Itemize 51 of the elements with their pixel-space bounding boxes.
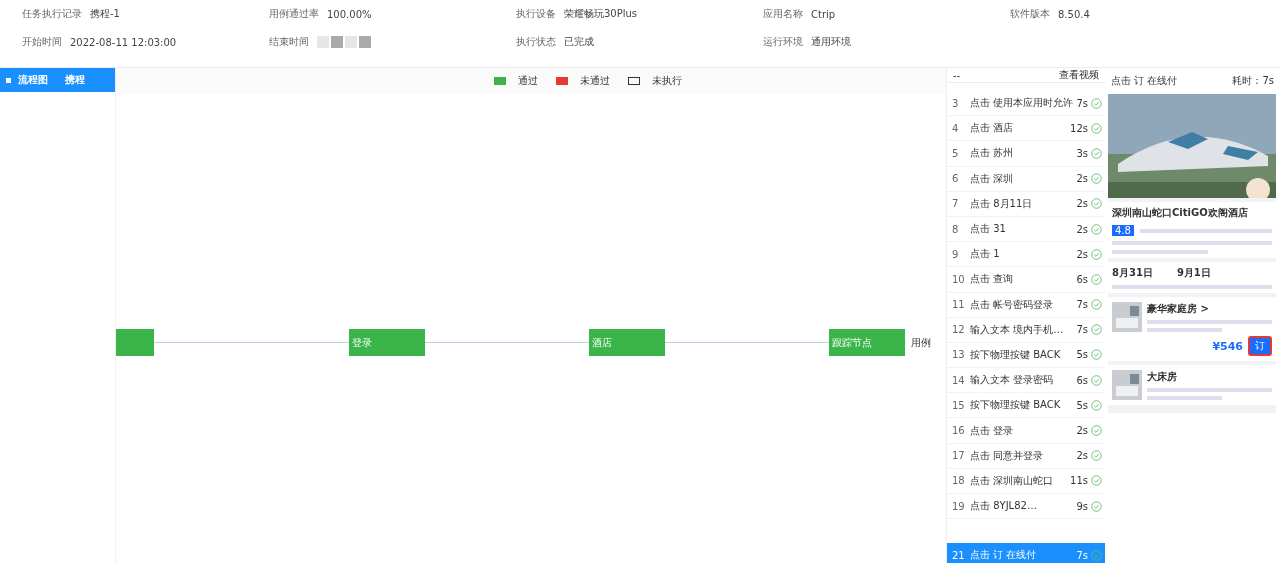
- info-value: 荣耀畅玩30Plus: [564, 7, 638, 21]
- book-button[interactable]: 订: [1248, 336, 1272, 356]
- step-row[interactable]: 3 点击 使用本应用时允许 7s: [947, 91, 1105, 117]
- info-label: 执行设备: [516, 7, 556, 21]
- step-row[interactable]: 7 点击 8月11日 2s: [947, 191, 1105, 217]
- checkin-date: 8月31日: [1112, 266, 1153, 280]
- room-name: 豪华家庭房 >: [1147, 302, 1210, 316]
- info-value: 100.00%: [327, 8, 372, 20]
- step-row[interactable]: 9 点击 1 2s: [947, 242, 1105, 268]
- info-value: 8.50.4: [1058, 8, 1090, 20]
- step-row[interactable]: 10 点击 查询 6s: [947, 267, 1105, 293]
- info-label: 结束时间: [269, 35, 309, 49]
- legend-label: 未执行: [652, 74, 682, 88]
- rating-badge: 4.8: [1112, 225, 1134, 236]
- legend-label: 通过: [518, 74, 538, 88]
- detail-title: 点击 订 在线付: [1111, 74, 1178, 88]
- step-row[interactable]: 18 点击 深圳南山蛇口 11s: [947, 468, 1105, 494]
- info-label: 任务执行记录: [22, 7, 82, 21]
- step-row[interactable]: 15 按下物理按键 BACK 5s: [947, 393, 1105, 419]
- info-label: 应用名称: [763, 7, 803, 21]
- view-video-link[interactable]: 查看视频: [1059, 68, 1099, 82]
- info-label: 运行环境: [763, 35, 803, 49]
- step-row[interactable]: 17 点击 同意并登录 2s: [947, 443, 1105, 469]
- info-label: 软件版本: [1010, 7, 1050, 21]
- step-row[interactable]: 6 点击 深圳 2s: [947, 166, 1105, 192]
- info-label: 执行状态: [516, 35, 556, 49]
- legend-label: 未通过: [580, 74, 610, 88]
- info-value: Ctrip: [811, 8, 836, 20]
- room-price: ¥546: [1212, 339, 1243, 353]
- step-row[interactable]: 4 点击 酒店 12s: [947, 116, 1105, 142]
- hotel-name: 深圳南山蛇口CitiGO欢阁酒店: [1112, 206, 1249, 220]
- duration-text: 耗时：7s: [1232, 74, 1274, 88]
- step-row[interactable]: 16 点击 登录 2s: [947, 418, 1105, 444]
- room-name: 大床房: [1147, 370, 1178, 384]
- checkout-date: 9月1日: [1176, 266, 1211, 280]
- info-label: 用例通过率: [269, 7, 319, 21]
- info-value: 2022-08-11 12:03:00: [70, 36, 177, 48]
- steps-header-text: --: [953, 69, 961, 81]
- info-label: 开始时间: [22, 35, 62, 49]
- info-value: 携程-1: [90, 7, 120, 21]
- step-row[interactable]: 14 输入文本 登录密码 6s: [947, 368, 1105, 394]
- step-row[interactable]: 8 点击 31 2s: [947, 216, 1105, 243]
- step-row[interactable]: 5 点击 苏州 3s: [947, 141, 1105, 167]
- flow-label: 用例: [911, 336, 931, 350]
- step-row[interactable]: 13 按下物理按键 BACK 5s: [947, 342, 1105, 369]
- info-value: 通用环境: [811, 35, 851, 49]
- step-row[interactable]: 19 点击 8YJL82… 9s: [947, 494, 1105, 520]
- info-value: 已完成: [564, 35, 594, 49]
- step-row[interactable]: 12 输入文本 境内手机… 7s: [947, 317, 1105, 343]
- flow-node[interactable]: [116, 329, 154, 356]
- step-row[interactable]: 11 点击 帐号密码登录 7s: [947, 292, 1105, 318]
